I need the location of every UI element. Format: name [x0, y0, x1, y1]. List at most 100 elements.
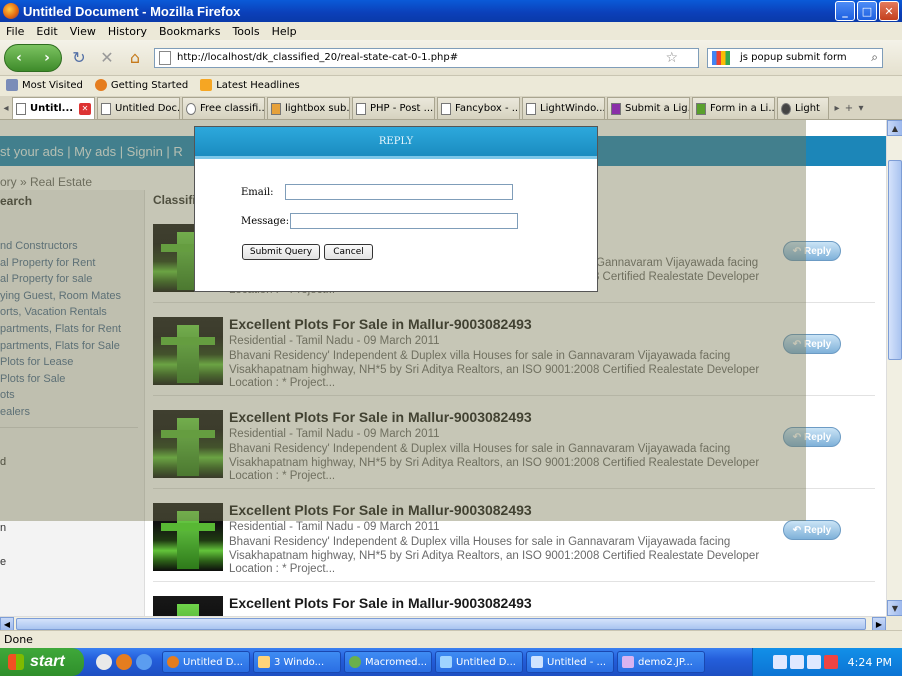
tab-8[interactable]: Form in a Li... [692, 97, 775, 119]
taskbar-item[interactable]: Untitled - ... [526, 651, 614, 673]
tab-5[interactable]: Fancybox - ... [437, 97, 520, 119]
browser-icon[interactable] [96, 654, 112, 670]
scroll-thumb[interactable] [888, 160, 902, 360]
minimize-button[interactable]: _ [835, 1, 855, 21]
tab-1[interactable]: Untitled Doc... [97, 97, 180, 119]
new-tab-icon[interactable]: + [843, 97, 855, 119]
help-icon[interactable] [772, 655, 787, 669]
horizontal-scroll-thumb[interactable] [16, 618, 866, 630]
scroll-left-icon[interactable]: ◀ [0, 617, 14, 631]
menu-edit[interactable]: Edit [30, 25, 63, 38]
page-icon [16, 102, 26, 115]
menu-help[interactable]: Help [266, 25, 303, 38]
url-text: http://localhost/dk_classified_20/real-s… [177, 52, 459, 63]
listing-title[interactable]: Excellent Plots For Sale in Mallur-90030… [229, 595, 532, 611]
home-icon[interactable]: ⌂ [124, 47, 146, 69]
tab-list-icon[interactable]: ▾ [855, 97, 867, 119]
tab-bar: ◂ Untitl... ✕ Untitled Doc... Free classi… [0, 96, 902, 120]
tab-close-icon[interactable]: ✕ [79, 102, 91, 115]
bookmark-latest-headlines[interactable]: Latest Headlines [200, 79, 300, 91]
tab-scroll-left-icon[interactable]: ◂ [0, 97, 12, 119]
ie-icon [440, 656, 452, 668]
windows-logo-icon [8, 654, 24, 670]
listing-thumbnail[interactable] [153, 596, 223, 616]
reply-button[interactable]: ↶ Reply [783, 520, 841, 540]
scroll-down-icon[interactable]: ▼ [887, 600, 902, 616]
tab-9[interactable]: Light [777, 97, 829, 119]
clock: 4:24 PM [847, 655, 892, 669]
forward-arrow-icon[interactable]: › [44, 50, 50, 66]
taskbar-item[interactable]: Macromed... [344, 651, 432, 673]
status-text: Done [4, 633, 33, 646]
tab-2[interactable]: Free classifi... [182, 97, 265, 119]
macromedia-icon [349, 656, 361, 668]
submit-query-button[interactable]: Submit Query [242, 244, 320, 260]
scroll-up-icon[interactable]: ▲ [887, 120, 902, 136]
volume-icon[interactable] [806, 655, 821, 669]
message-label: Message: [241, 216, 290, 227]
maximize-button[interactable]: □ [857, 1, 877, 21]
taskbar-item[interactable]: 3 Windo... [253, 651, 341, 673]
search-box[interactable]: js popup submit form ⌕ [707, 47, 883, 68]
xul-icon [696, 102, 706, 115]
firefox-icon[interactable] [116, 654, 132, 670]
horizontal-scrollbar[interactable]: ◀ ▶ [0, 616, 886, 631]
antivirus-icon[interactable] [823, 655, 838, 669]
message-field[interactable] [290, 213, 518, 229]
tab-4[interactable]: PHP - Post ... [352, 97, 435, 119]
taskbar-item[interactable]: Untitled D... [162, 651, 250, 673]
cancel-button[interactable]: Cancel [324, 244, 373, 260]
network-icon[interactable] [789, 655, 804, 669]
search-icon[interactable]: ⌕ [871, 50, 878, 65]
window-title: Untitled Document - Mozilla Firefox [23, 3, 241, 19]
ie-icon[interactable] [136, 654, 152, 670]
tab-scroll-right-icon[interactable]: ▸ [831, 97, 843, 119]
page-icon [441, 102, 451, 115]
close-button[interactable]: ✕ [879, 1, 899, 21]
tab-3[interactable]: lightbox sub... [267, 97, 350, 119]
search-text: js popup submit form [740, 52, 847, 63]
system-tray: 4:24 PM [752, 648, 902, 676]
firefox-icon [3, 3, 19, 19]
menu-view[interactable]: View [64, 25, 102, 38]
bookmark-star-icon[interactable]: ☆ [665, 50, 678, 66]
google-icon[interactable] [712, 50, 730, 65]
listing-meta: Residential - Tamil Nadu - 09 March 2011 [229, 521, 440, 533]
windows-taskbar: start Untitled D... 3 Windo... Macromed.… [0, 648, 902, 676]
start-button[interactable]: start [0, 648, 84, 676]
navigation-toolbar: ‹ › ↻ ✕ ⌂ http://localhost/dk_classified… [0, 40, 902, 76]
menu-bookmarks[interactable]: Bookmarks [153, 25, 226, 38]
listing-description: Bhavani Residency' Independent & Duplex … [229, 536, 760, 562]
scroll-right-icon[interactable]: ▶ [872, 617, 886, 631]
reload-icon[interactable]: ↻ [68, 47, 90, 69]
globe-icon [781, 102, 791, 115]
bookmark-most-visited[interactable]: Most Visited [6, 79, 83, 91]
bookmark-getting-started[interactable]: Getting Started [94, 79, 188, 91]
tab-6[interactable]: LightWindo... [522, 97, 605, 119]
sidebar-extra: e [0, 556, 7, 568]
stop-icon[interactable]: ✕ [96, 47, 118, 69]
vertical-scrollbar[interactable]: ▲ ▼ [886, 120, 902, 616]
taskbar-item[interactable]: demo2.JP... [617, 651, 705, 673]
url-bar[interactable]: http://localhost/dk_classified_20/real-s… [154, 47, 699, 68]
menu-bar: File Edit View History Bookmarks Tools H… [0, 22, 902, 40]
quick-launch [96, 654, 152, 670]
menu-history[interactable]: History [102, 25, 153, 38]
page-icon [101, 102, 111, 115]
code-icon [356, 102, 366, 115]
menu-tools[interactable]: Tools [226, 25, 265, 38]
tab-7[interactable]: Submit a Lig... [607, 97, 690, 119]
back-arrow-icon[interactable]: ‹ [16, 50, 22, 66]
firefox-small-icon [94, 79, 107, 91]
taskbar-item[interactable]: Untitled D... [435, 651, 523, 673]
folder-icon [258, 656, 270, 668]
rss-icon [200, 79, 213, 91]
reply-dialog: REPLY Email: Message: Submit Query Cance… [194, 126, 598, 292]
window-titlebar: Untitled Document - Mozilla Firefox _ □ … [0, 0, 902, 22]
back-forward-buttons[interactable]: ‹ › [4, 43, 62, 72]
email-field[interactable] [285, 184, 513, 200]
sidebar-extra: n [0, 522, 7, 534]
tab-0[interactable]: Untitl... ✕ [12, 97, 95, 119]
email-label: Email: [241, 187, 274, 198]
menu-file[interactable]: File [0, 25, 30, 38]
